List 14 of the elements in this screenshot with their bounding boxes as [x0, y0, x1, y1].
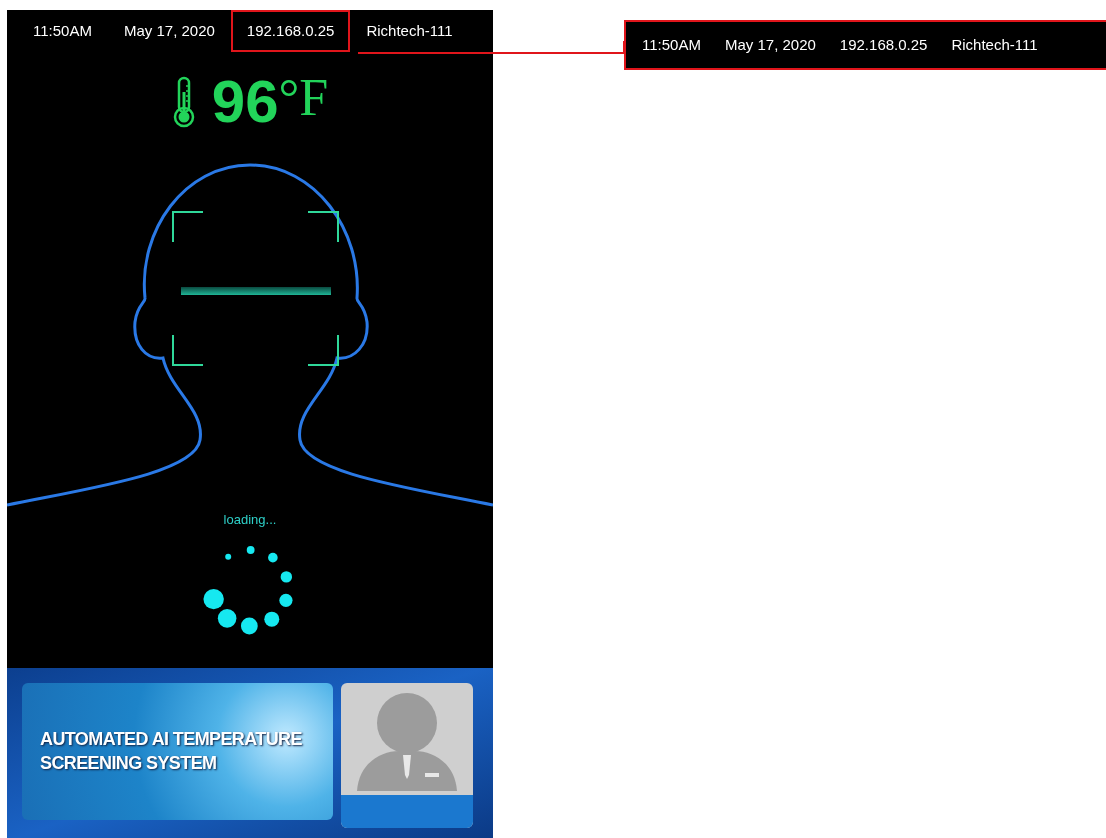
status-text: May 17, 2020: [724, 34, 816, 55]
status-text: Richtech-111: [365, 20, 454, 41]
highlighted-status-text: 192.168.0.25: [230, 10, 351, 52]
status-text: Richtech-111: [951, 34, 1038, 55]
temperature-value: 96: [211, 72, 279, 132]
status-text: 192.168.0.25: [839, 34, 928, 55]
thermometer-icon: [171, 76, 196, 128]
banner-title: AUTOMATED AI TEMPERATURE SCREENING SYSTEM: [40, 728, 303, 775]
status-text: 11:50AM: [32, 20, 93, 41]
loading-text: loading...: [223, 511, 277, 529]
temperature-unit: °F: [278, 72, 329, 124]
loading-spinner-icon: [203, 545, 293, 634]
status-text: 11:50AM: [642, 34, 701, 55]
status-text: May 17, 2020: [122, 20, 216, 41]
